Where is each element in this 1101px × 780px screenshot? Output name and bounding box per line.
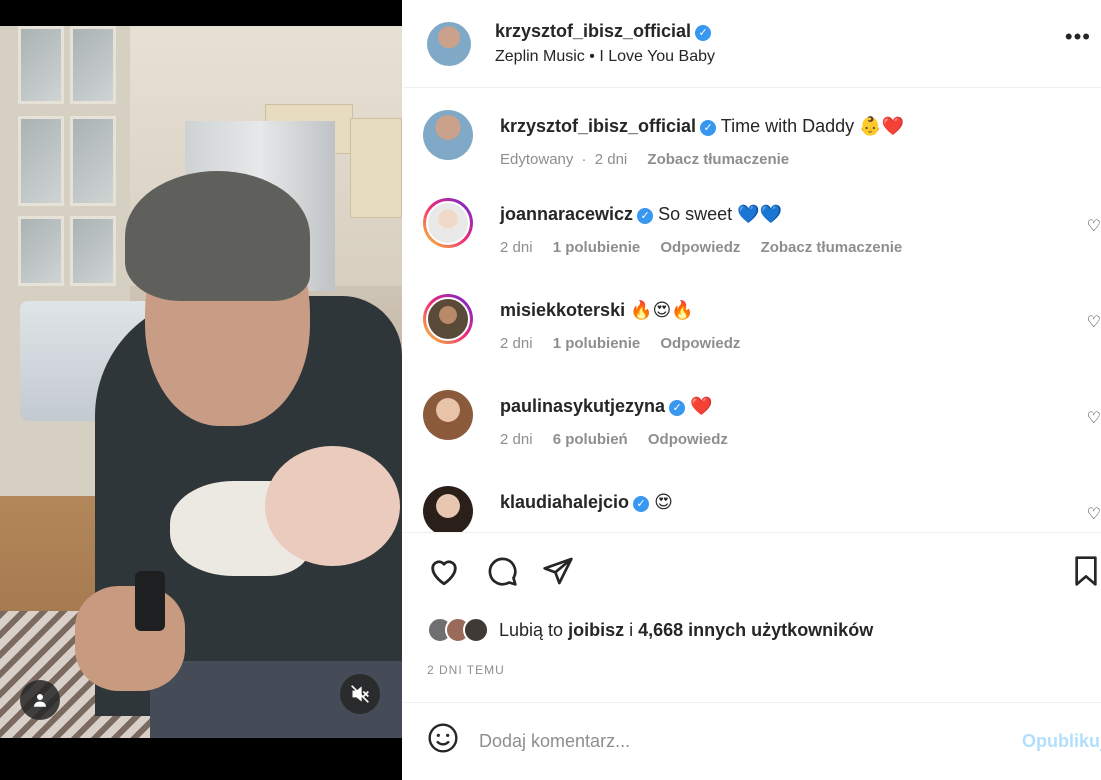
comment-age[interactable]: 2 dni bbox=[500, 239, 533, 256]
smiley-icon bbox=[428, 722, 458, 753]
like-comment-heart-icon[interactable]: ♡ bbox=[1087, 216, 1101, 236]
translate-button[interactable]: Zobacz tłumaczenie bbox=[761, 239, 903, 256]
post-actions: Lubią to joibisz i 4,668 innych użytkown… bbox=[403, 532, 1101, 702]
caption-emoji: 👶❤️ bbox=[859, 116, 904, 136]
reply-button[interactable]: Odpowiedz bbox=[660, 335, 740, 352]
comment-item: klaudiahalejcio ✓ 😍 ♡ bbox=[423, 486, 1101, 532]
comment-avatar[interactable] bbox=[423, 198, 473, 248]
comment-likes[interactable]: 1 polubienie bbox=[553, 239, 641, 256]
comment-item: paulinasykutjezyna ✓ ❤️ 2 dni 6 polubień … bbox=[423, 390, 1101, 448]
comment-avatar[interactable] bbox=[423, 486, 473, 532]
author-username[interactable]: krzysztof_ibisz_official bbox=[495, 21, 691, 41]
caption-avatar[interactable] bbox=[423, 110, 473, 160]
audio-artist[interactable]: Zeplin Music bbox=[495, 48, 585, 65]
mute-button[interactable] bbox=[340, 674, 380, 714]
caption-username[interactable]: krzysztof_ibisz_official bbox=[500, 116, 696, 136]
post-media[interactable] bbox=[0, 0, 402, 780]
bookmark-icon bbox=[1075, 556, 1097, 586]
comment-input[interactable] bbox=[479, 731, 959, 752]
comment-username[interactable]: misiekkoterski bbox=[500, 300, 625, 320]
reply-button[interactable]: Odpowiedz bbox=[660, 239, 740, 256]
comment-avatar[interactable] bbox=[423, 390, 473, 440]
comment-age[interactable]: 2 dni bbox=[500, 431, 533, 448]
publish-button[interactable]: Opublikuj bbox=[1022, 731, 1101, 752]
share-button[interactable] bbox=[541, 555, 575, 593]
reply-button[interactable]: Odpowiedz bbox=[648, 431, 728, 448]
muted-speaker-icon bbox=[351, 685, 369, 703]
comment-text: 🔥😍🔥 bbox=[630, 300, 694, 320]
man-hair bbox=[125, 171, 310, 301]
comment-avatar[interactable] bbox=[423, 294, 473, 344]
comment-likes[interactable]: 1 polubienie bbox=[553, 335, 641, 352]
likes-connector: i bbox=[629, 619, 634, 640]
more-options-button[interactable]: ••• bbox=[1065, 24, 1091, 50]
caption: krzysztof_ibisz_official ✓ Time with Dadd… bbox=[423, 110, 904, 168]
like-comment-heart-icon[interactable]: ♡ bbox=[1087, 408, 1101, 428]
comment-item: misiekkoterski 🔥😍🔥 2 dni 1 polubienie Od… bbox=[423, 294, 1101, 352]
verified-badge-icon: ✓ bbox=[637, 208, 654, 224]
man-hand bbox=[75, 586, 185, 691]
likes-summary: Lubią to joibisz i 4,668 innych użytkown… bbox=[427, 617, 873, 643]
audio-title[interactable]: I Love You Baby bbox=[599, 48, 715, 65]
comment-button[interactable] bbox=[485, 555, 519, 593]
comment-likes[interactable]: 6 polubień bbox=[553, 431, 628, 448]
comment-text: So sweet 💙💙 bbox=[658, 204, 782, 224]
likes-prefix: Lubią to bbox=[499, 619, 564, 640]
comment-text: ❤️ bbox=[690, 396, 713, 416]
comment-item: joannaracewicz ✓ So sweet 💙💙 2 dni 1 polu… bbox=[423, 198, 1101, 256]
paper-plane-icon bbox=[543, 557, 573, 585]
comment-age[interactable]: 2 dni bbox=[500, 335, 533, 352]
caption-separator: · bbox=[581, 151, 587, 168]
audio-separator: • bbox=[589, 48, 595, 65]
likes-user[interactable]: joibisz bbox=[568, 620, 624, 640]
liker-avatar[interactable] bbox=[463, 617, 489, 643]
caption-age[interactable]: 2 dni bbox=[595, 151, 628, 168]
caption-text: Time with Daddy bbox=[720, 116, 855, 136]
kitchen-cabinet bbox=[350, 118, 402, 218]
verified-badge-icon: ✓ bbox=[700, 120, 717, 136]
comment-text: 😍 bbox=[654, 492, 673, 512]
post-date[interactable]: 2 DNI TEMU bbox=[427, 663, 505, 677]
user-tag-button[interactable] bbox=[20, 680, 60, 720]
likes-others[interactable]: 4,668 innych użytkowników bbox=[638, 620, 873, 640]
post-sidebar: krzysztof_ibisz_official ✓ Zeplin Music •… bbox=[403, 0, 1101, 780]
post-photo bbox=[0, 26, 402, 738]
caption-edited: Edytowany bbox=[500, 151, 574, 168]
smartwatch bbox=[135, 571, 165, 631]
like-comment-heart-icon[interactable]: ♡ bbox=[1087, 312, 1101, 332]
audio-info[interactable]: Zeplin Music • I Love You Baby bbox=[495, 48, 715, 66]
save-button[interactable] bbox=[1071, 555, 1101, 593]
emoji-button[interactable] bbox=[427, 722, 459, 762]
verified-badge-icon: ✓ bbox=[695, 25, 712, 41]
like-button[interactable] bbox=[427, 555, 461, 593]
comments-list[interactable]: krzysztof_ibisz_official ✓ Time with Dadd… bbox=[403, 88, 1101, 532]
like-comment-heart-icon[interactable]: ♡ bbox=[1087, 504, 1101, 524]
post-header: krzysztof_ibisz_official ✓ Zeplin Music •… bbox=[403, 0, 1101, 88]
comment-bubble-icon bbox=[488, 557, 517, 586]
heart-icon bbox=[431, 560, 457, 586]
baby-head bbox=[265, 446, 400, 566]
verified-badge-icon: ✓ bbox=[669, 400, 686, 416]
person-icon bbox=[34, 694, 46, 707]
verified-badge-icon: ✓ bbox=[633, 496, 650, 512]
comment-username[interactable]: joannaracewicz bbox=[500, 204, 633, 224]
author-avatar[interactable] bbox=[427, 21, 471, 66]
caption-translate[interactable]: Zobacz tłumaczenie bbox=[647, 151, 789, 168]
comment-username[interactable]: paulinasykutjezyna bbox=[500, 396, 665, 416]
add-comment-bar: Opublikuj bbox=[403, 702, 1101, 780]
comment-username[interactable]: klaudiahalejcio bbox=[500, 492, 629, 512]
